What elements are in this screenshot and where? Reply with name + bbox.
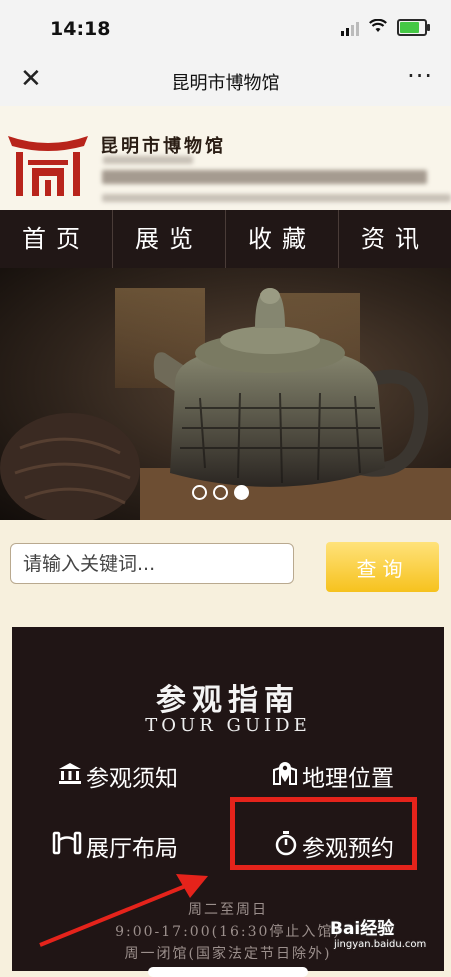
blurred-institution-name [102,170,427,184]
tour-guide-subtitle: TOUR GUIDE [145,715,311,736]
browser-nav-bar: ✕ 昆明市博物馆 ··· [0,56,451,107]
location-link[interactable]: 地理位置 [272,759,394,793]
tour-guide-title: 参观指南 [156,683,300,718]
museum-name: 昆明市博物馆 [100,136,226,157]
highlight-box [230,797,417,870]
building-icon [58,762,82,790]
status-time: 14:18 [50,18,111,40]
status-bar: 14:18 [0,0,451,56]
location-label: 地理位置 [302,766,394,792]
map-pin-icon [272,760,298,792]
museum-logo-icon[interactable] [6,132,90,202]
carousel-dots [192,485,249,500]
status-icons [341,18,430,37]
visitor-notice-label: 参观须知 [86,766,178,792]
hall-layout-label: 展厅布局 [86,836,178,862]
battery-icon [397,19,430,36]
banner-carousel[interactable] [0,268,451,520]
visitor-notice-link[interactable]: 参观须知 [58,759,178,793]
carousel-dot[interactable] [192,485,207,500]
more-icon[interactable]: ··· [407,62,433,90]
nav-item-exhibitions[interactable]: 展览 [113,210,226,268]
nav-item-home[interactable]: 首页 [0,210,113,268]
baidu-watermark: Bai经验 jingyan.baidu.com [330,914,426,950]
signal-icon [341,20,359,36]
site-header: 昆明市博物馆 [0,106,451,210]
layout-icon [52,831,82,861]
hall-layout-link[interactable]: 展厅布局 [52,829,178,863]
search-input[interactable] [10,543,294,584]
home-indicator [148,967,308,977]
carousel-dot-active[interactable] [234,485,249,500]
nav-item-collections[interactable]: 收藏 [226,210,339,268]
watermark-text: Bai经验 [330,919,395,939]
search-button[interactable]: 查询 [326,542,439,592]
carousel-dot[interactable] [213,485,228,500]
nav-item-news[interactable]: 资讯 [339,210,451,268]
blurred-english-name [102,194,451,202]
watermark-url: jingyan.baidu.com [334,939,427,950]
blurred-subtitle [103,156,193,164]
main-nav: 首页 展览 收藏 资讯 [0,210,451,268]
teapot-photo [0,288,451,520]
wifi-icon [369,18,387,37]
page-title: 昆明市博物馆 [171,73,280,94]
